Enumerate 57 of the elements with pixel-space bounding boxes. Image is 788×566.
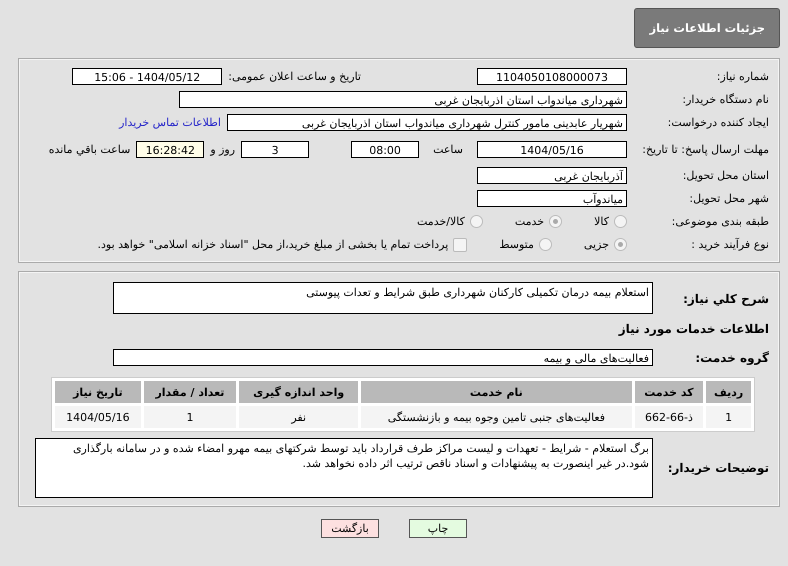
time-label: ساعت xyxy=(433,142,463,156)
table-cell: فعالیت‌های جنبی تامین وجوه بیمه و بازنشستگی xyxy=(361,406,632,428)
field-label: شرح کلي نياز: xyxy=(682,292,769,306)
table-cell: ذ-66-662 xyxy=(634,406,704,428)
days-label: روز و xyxy=(210,142,236,156)
buyer-field: شهرداری میاندواب استان اذربایجان غربی xyxy=(179,91,627,108)
field-label: استان محل تحویل: xyxy=(682,169,769,182)
table-cell: نفر xyxy=(239,406,358,428)
field-label: توضیحات خریدار: xyxy=(666,461,769,475)
field-label: گروه خدمت: xyxy=(694,350,769,364)
radio-label: خدمت xyxy=(514,215,544,228)
column-header: تاریخ نیاز xyxy=(55,381,141,403)
radio-label: جزیی xyxy=(584,238,609,251)
table-cell: 1 xyxy=(144,406,236,428)
radio-button[interactable] xyxy=(538,238,552,251)
table-cell: 1 xyxy=(706,406,751,428)
radio-label: متوسط xyxy=(499,238,534,251)
checkbox[interactable] xyxy=(453,238,468,252)
column-header: تعداد / مقدار xyxy=(144,381,236,403)
section-heading: اطلاعات خدمات مورد نیاز xyxy=(617,322,769,336)
field-label: نوع فرآیند خرید : xyxy=(690,238,769,251)
creator-field: شهریار عابدینی مامور کنترل شهرداری میاندواب استان اذربایجان غربی xyxy=(227,114,627,131)
service-group-field: فعالیت‌های مالی و بیمه xyxy=(113,349,653,366)
field-label: تاریخ و ساعت اعلان عمومی: xyxy=(228,70,361,83)
field-label: شهر محل تحویل: xyxy=(688,192,769,205)
column-header: نام خدمت xyxy=(361,381,632,403)
remaining-time-field: 16:28:42 xyxy=(136,140,204,158)
field-label: شماره نیاز: xyxy=(716,70,769,83)
announce-date-field: 1404/05/12 - 15:06 xyxy=(72,68,222,85)
radio-label: کالا xyxy=(594,215,609,228)
province-field: آذربایجان غربی xyxy=(477,167,627,184)
radio-button[interactable] xyxy=(614,238,627,251)
deadline-date-field: 1404/05/16 xyxy=(477,140,627,158)
description-field: استعلام بیمه درمان تکمیلی کارکنان شهرداری طبق شرایط و تعدات پیوستی xyxy=(113,282,653,314)
field-label: مهلت ارسال پاسخ: تا تاریخ: xyxy=(641,142,769,156)
radio-button[interactable] xyxy=(470,215,483,228)
field-label: نام دستگاه خریدار: xyxy=(681,93,769,106)
radio-label: کالا/خدمت xyxy=(417,215,465,228)
column-header: واحد اندازه گیری xyxy=(239,381,358,403)
buyer-notes-field: برگ استعلام - شرایط - تعهدات و لیست مراکز طرف قرارداد باید توسط شرکتهای بیمه مهرو امضاء شده و در سامانه بارگذاری شود.در غیر اینصورت به پیشنهادات و اسناد ناقص ترتیب اثر داده نخواهد شد. xyxy=(35,438,653,498)
print-button[interactable]: چاپ xyxy=(409,519,467,538)
radio-button[interactable] xyxy=(614,215,627,228)
column-header: کد خدمت xyxy=(634,381,704,403)
radio-button[interactable] xyxy=(549,215,562,228)
city-field: میاندوآب xyxy=(477,190,627,207)
days-field: 3 xyxy=(241,140,310,158)
field-label: ایجاد کننده درخواست: xyxy=(666,116,769,129)
column-header: ردیف xyxy=(706,381,751,403)
checkbox-label: پرداخت تمام یا بخشی از مبلغ خرید،از محل "اسناد خزانه اسلامی" خواهد بود. xyxy=(98,238,448,251)
remaining-label: ساعت باقي مانده xyxy=(48,142,130,156)
deadline-time-field: 08:00 xyxy=(351,140,420,158)
page-title: جزئیات اطلاعات نیاز xyxy=(634,8,780,48)
need-number-field: 1104050108000073 xyxy=(477,68,627,85)
table-cell: 1404/05/16 xyxy=(55,406,141,428)
back-button[interactable]: بازگشت xyxy=(321,519,379,538)
buyer-contact-link[interactable]: اطلاعات تماس خریدار xyxy=(119,116,221,129)
field-label: طبقه بندی موضوعی: xyxy=(670,215,769,228)
